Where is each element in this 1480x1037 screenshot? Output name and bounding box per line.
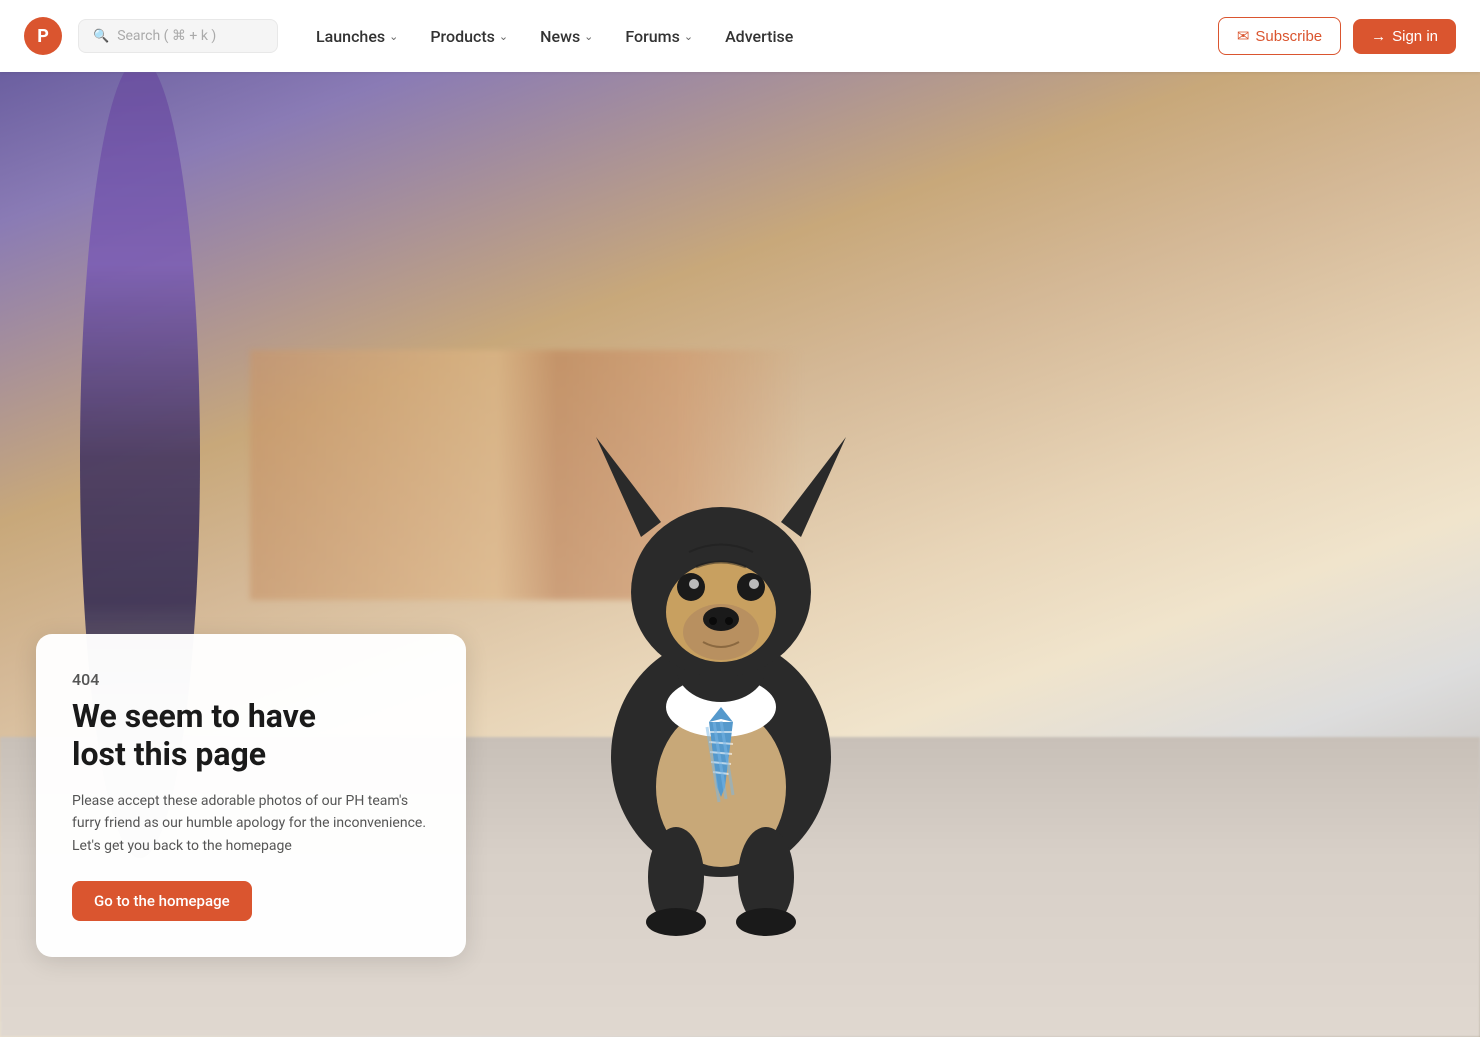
nav-item-launches[interactable]: Launches ⌄ — [302, 19, 412, 54]
search-bar[interactable]: 🔍 Search ( ⌘ + k ) — [78, 19, 278, 53]
signin-icon: → — [1371, 28, 1386, 45]
chevron-down-icon: ⌄ — [389, 30, 398, 43]
chevron-down-icon: ⌄ — [499, 30, 508, 43]
dog-image — [531, 337, 911, 937]
error-card: 404 We seem to have lost this page Pleas… — [36, 634, 466, 957]
go-to-homepage-button[interactable]: Go to the homepage — [72, 881, 252, 921]
chevron-down-icon: ⌄ — [684, 30, 693, 43]
signin-button[interactable]: → Sign in — [1353, 19, 1456, 54]
logo-icon[interactable]: P — [24, 17, 62, 55]
search-placeholder: Search ( ⌘ + k ) — [117, 28, 216, 44]
nav-item-news[interactable]: News ⌄ — [526, 19, 607, 54]
chevron-down-icon: ⌄ — [584, 30, 593, 43]
nav-right: ✉ Subscribe → Sign in — [1218, 17, 1456, 55]
subscribe-button[interactable]: ✉ Subscribe — [1218, 17, 1341, 55]
nav-item-products[interactable]: Products ⌄ — [416, 19, 522, 54]
subscribe-icon: ✉ — [1237, 27, 1250, 45]
nav-links: Launches ⌄ Products ⌄ News ⌄ Forums ⌄ Ad… — [302, 19, 1210, 54]
navbar: P 🔍 Search ( ⌘ + k ) Launches ⌄ Products… — [0, 0, 1480, 72]
error-code: 404 — [72, 670, 430, 689]
error-title: We seem to have lost this page — [72, 697, 430, 774]
error-description: Please accept these adorable photos of o… — [72, 790, 430, 857]
nav-item-forums[interactable]: Forums ⌄ — [611, 19, 707, 54]
search-icon: 🔍 — [93, 29, 109, 44]
nav-item-advertise[interactable]: Advertise — [711, 19, 807, 54]
